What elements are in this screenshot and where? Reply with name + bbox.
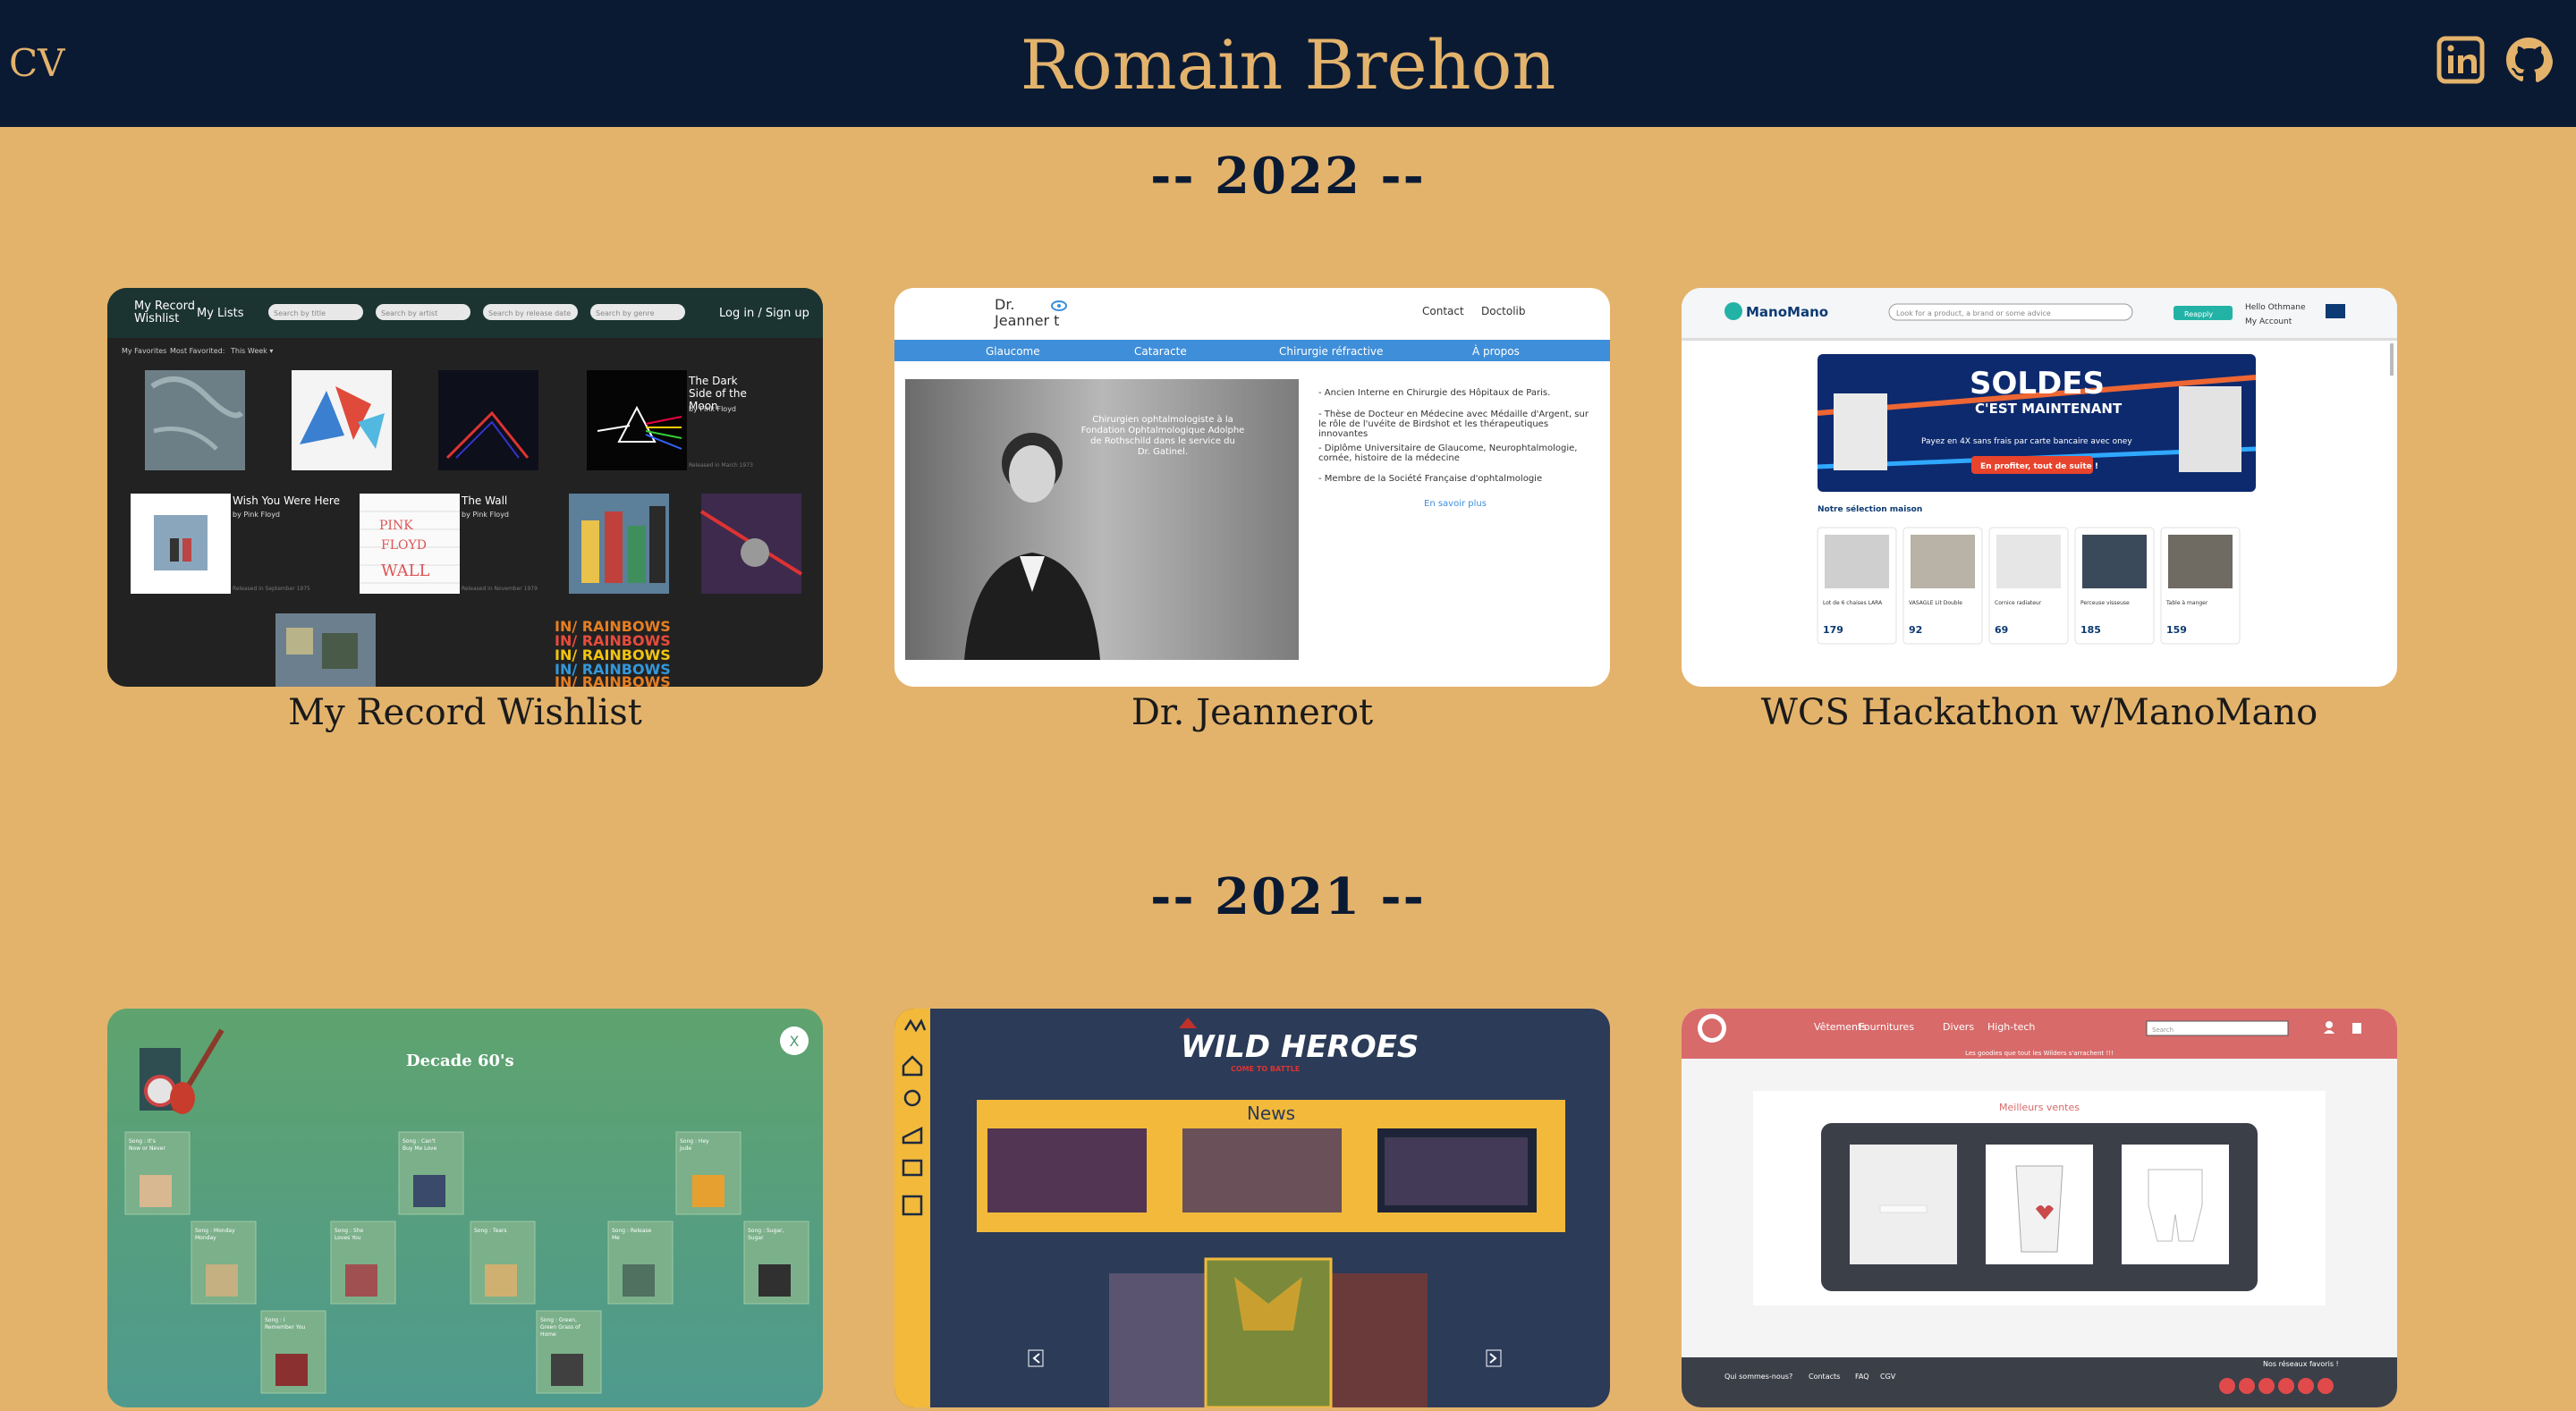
- mm-search: Look for a product, a brand or some advi…: [1896, 309, 2051, 317]
- d60-song-6: Song : Tears: [474, 1228, 507, 1234]
- shop-screenshot: Vêtements Fournitures Divers High-tech S…: [1682, 1009, 2397, 1407]
- mm-product-2-name: VASAGLE Lit Double: [1909, 600, 1962, 606]
- dj-contact: Contact: [1422, 305, 1464, 317]
- github-icon[interactable]: [2504, 36, 2553, 84]
- site-title: Romain Brehon: [1020, 25, 1556, 105]
- svg-text:IN/ RAINBOWS: IN/ RAINBOWS: [555, 673, 671, 687]
- d60-heading: Decade 60's: [406, 1052, 514, 1070]
- project-card-wild-heroes[interactable]: WILD HEROES COME TO BATTLE News: [894, 1009, 1610, 1407]
- project-card-shop[interactable]: Vêtements Fournitures Divers High-tech S…: [1682, 1009, 2397, 1407]
- shop-footer-faq: FAQ: [1855, 1373, 1869, 1381]
- project-card-manomano[interactable]: ManoMano Look for a product, a brand or …: [1682, 288, 2397, 687]
- dj-menu-glaucome: Glaucome: [986, 345, 1040, 358]
- mrw-filter-fav: My Favorites: [122, 347, 166, 355]
- dj-logo-line1: Dr.: [995, 296, 1015, 313]
- shop-best-sellers: Meilleurs ventes: [1999, 1102, 2080, 1113]
- dj-logo-line2: Jeanner t: [994, 312, 1059, 329]
- mm-banner-pay: Payez en 4X sans frais par carte bancair…: [1921, 437, 2132, 446]
- mrw-search-date: Search by release date: [488, 309, 571, 317]
- mm-banner-button: En profiter, tout de suite !: [1980, 462, 2098, 471]
- d60-close: X: [790, 1033, 800, 1050]
- mm-cta: Reapply: [2184, 310, 2213, 318]
- shop-notice: Les goodies que tout les Wilders s'arrac…: [1965, 1050, 2114, 1057]
- mm-hello: Hello Othmane: [2245, 303, 2306, 312]
- dj-menu-chirurgie: Chirurgie réfractive: [1279, 345, 1383, 358]
- dj-more-link: En savoir plus: [1424, 499, 1487, 509]
- mm-product-1-price: 179: [1823, 624, 1843, 636]
- svg-text:FLOYD: FLOYD: [381, 538, 427, 553]
- my-record-wishlist-screenshot: My Record Wishlist My Lists Search by tit…: [107, 288, 823, 687]
- year-heading-2021: -- 2021 --: [1150, 867, 1426, 926]
- d60-song-5: Song : She Loves You: [335, 1228, 364, 1241]
- mrw-search-genre: Search by genre: [596, 309, 655, 317]
- mrw-album-wall-artist: by Pink Floyd: [462, 511, 509, 519]
- mrw-filter-week: This Week ▾: [230, 347, 273, 355]
- mm-product-4-name: Perceuse visseuse: [2080, 600, 2130, 606]
- shop-search: Search: [2152, 1027, 2174, 1034]
- wild-heroes-screenshot: WILD HEROES COME TO BATTLE News: [894, 1009, 1610, 1407]
- shop-footer-cgv: CGV: [1880, 1373, 1896, 1381]
- mm-product-5-name: Table à manger: [2165, 600, 2208, 606]
- wh-prev-arrow[interactable]: [1028, 1349, 1044, 1367]
- project-title-manomano[interactable]: WCS Hackathon w/ManoMano: [1682, 692, 2397, 733]
- d60-song-2: Song : Can't Buy Me Love: [402, 1138, 437, 1152]
- linkedin-icon[interactable]: [2436, 36, 2485, 84]
- mm-product-1-name: Lot de 6 chaises LARA: [1823, 600, 1883, 606]
- dj-menu-cataracte: Cataracte: [1134, 345, 1187, 358]
- shop-socials-label: Nos réseaux favoris !: [2263, 1359, 2339, 1368]
- mrw-album-dsotm-artist: by Pink Floyd: [689, 405, 736, 413]
- mm-product-5-price: 159: [2166, 624, 2187, 636]
- dj-menu-apropos: À propos: [1472, 344, 1520, 358]
- mrw-album-wywh-title: Wish You Were Here: [233, 494, 340, 507]
- mm-logo: ManoMano: [1746, 304, 1828, 320]
- mrw-search-title: Search by title: [274, 309, 326, 317]
- mrw-album-dsotm-release: Released in March 1973: [689, 462, 753, 469]
- shop-footer-about: Qui sommes-nous?: [1724, 1373, 1792, 1381]
- mrw-album-wall-release: Released in November 1979: [462, 586, 538, 592]
- mm-product-3-price: 69: [1995, 624, 2008, 636]
- wh-tagline: COME TO BATTLE: [1231, 1065, 1300, 1073]
- wh-logo: WILD HEROES: [1181, 1029, 1419, 1065]
- project-title-my-record-wishlist[interactable]: My Record Wishlist: [107, 692, 823, 733]
- mrw-album-wywh-artist: by Pink Floyd: [233, 511, 280, 519]
- manomano-screenshot: ManoMano Look for a product, a brand or …: [1682, 288, 2397, 687]
- project-card-my-record-wishlist[interactable]: My Record Wishlist My Lists Search by tit…: [107, 288, 823, 687]
- mrw-nav: My Lists: [197, 307, 244, 320]
- shop-footer-contacts: Contacts: [1809, 1373, 1840, 1381]
- mrw-album-wywh-release: Released in September 1975: [233, 586, 310, 592]
- mm-section-title: Notre sélection maison: [1818, 504, 1922, 514]
- mm-account: My Account: [2245, 317, 2292, 326]
- dj-bullet-1: - Ancien Interne en Chirurgie des Hôpita…: [1318, 387, 1550, 398]
- svg-text:PINK: PINK: [379, 519, 413, 533]
- wh-next-arrow[interactable]: [1486, 1349, 1502, 1367]
- project-card-decade-60s[interactable]: Decade 60's X Song : It's Now or Never So…: [107, 1009, 823, 1407]
- svg-text:WALL: WALL: [381, 562, 430, 580]
- mm-product-4-price: 185: [2080, 624, 2101, 636]
- wh-news-label: News: [1247, 1103, 1295, 1124]
- decade-60s-screenshot: Decade 60's X Song : It's Now or Never So…: [107, 1009, 823, 1407]
- mm-banner-title: SOLDES: [1970, 366, 2105, 401]
- year-heading-2022: -- 2022 --: [1150, 147, 1426, 206]
- mrw-filter-most: Most Favorited:: [170, 347, 225, 355]
- shop-nav-fournitures: Fournitures: [1859, 1021, 1914, 1033]
- mrw-login: Log in / Sign up: [719, 307, 809, 320]
- mm-product-3-name: Cornice radiateur: [1995, 600, 2042, 606]
- project-title-dr-jeannerot[interactable]: Dr. Jeannerot: [894, 692, 1610, 733]
- mrw-search-artist: Search by artist: [381, 309, 437, 317]
- dr-jeannerot-screenshot: Dr. Jeanner t Contact Doctolib Glaucome …: [894, 288, 1610, 687]
- shop-nav-divers: Divers: [1943, 1021, 1974, 1033]
- mrw-album-wall-title: The Wall: [461, 494, 507, 507]
- dj-doctolib: Doctolib: [1481, 305, 1526, 317]
- dj-bullet-4: - Membre de la Société Française d'ophta…: [1318, 473, 1542, 484]
- site-header: CV Romain Brehon: [0, 0, 2576, 127]
- mm-banner-sub: C'EST MAINTENANT: [1975, 401, 2123, 417]
- shop-nav-hightech: High-tech: [1987, 1021, 2035, 1033]
- project-card-dr-jeannerot[interactable]: Dr. Jeanner t Contact Doctolib Glaucome …: [894, 288, 1610, 687]
- mm-product-2-price: 92: [1909, 624, 1922, 636]
